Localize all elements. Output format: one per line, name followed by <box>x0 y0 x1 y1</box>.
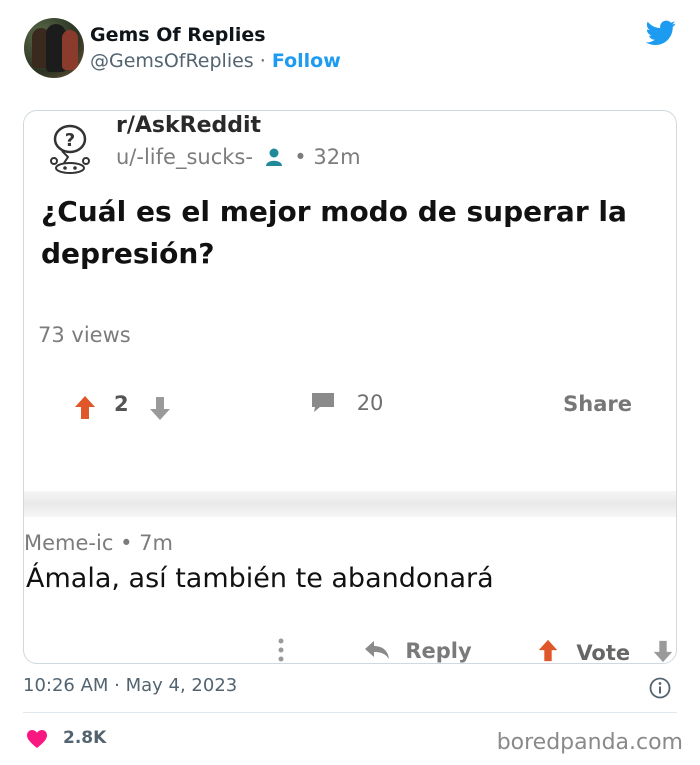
user-icon <box>265 148 282 166</box>
post-meta: u/-life_sucks- • 32m <box>116 145 361 169</box>
vote-label: Vote <box>576 641 631 664</box>
post-question: ¿Cuál es el mejor modo de superar la dep… <box>41 195 627 270</box>
comment-meta: Meme-ic • 7m <box>24 531 173 555</box>
upvote-icon <box>538 639 558 662</box>
footer-divider <box>23 712 677 713</box>
follow-button[interactable]: Follow <box>272 50 341 72</box>
post-score: 2 <box>114 392 129 416</box>
comment-count: 20 <box>356 391 384 415</box>
author-handle[interactable]: @GemsOfReplies <box>90 50 254 72</box>
tweet-timestamp[interactable]: 10:26 AM · May 4, 2023 <box>23 675 237 696</box>
heart-icon[interactable] <box>26 729 48 749</box>
post-username: u/-life_sucks- <box>116 145 253 169</box>
post-age: • 32m <box>294 145 361 169</box>
view-count: 73 views <box>38 323 131 347</box>
comment-age: • 7m <box>120 531 173 555</box>
post-actions: 2 20 Share <box>24 389 676 423</box>
author-name[interactable]: Gems Of Replies <box>90 24 266 46</box>
vote-label-group: Vote <box>537 639 631 664</box>
reply-label: Reply <box>405 639 472 663</box>
more-dots-icon <box>278 638 284 662</box>
avatar[interactable] <box>24 18 84 78</box>
comment-actions: Reply Vote <box>24 635 676 664</box>
reply-icon <box>365 641 389 659</box>
comment-count-group: 20 <box>310 391 383 415</box>
tweet-card: Gems Of Replies @GemsOfReplies · Follow … <box>0 0 700 765</box>
comment-text: Ámala, así también te abandonará <box>26 563 494 594</box>
reddit-question-icon: ? <box>50 124 90 174</box>
share-label: Share <box>563 392 632 416</box>
twitter-bird-icon[interactable] <box>646 20 676 46</box>
downvote-icon <box>150 397 170 420</box>
commenter-name: Meme-ic <box>24 531 114 555</box>
upvote-icon <box>75 396 95 419</box>
watermark: boredpanda.com <box>496 730 683 755</box>
like-count[interactable]: 2.8K <box>63 728 106 748</box>
embedded-reddit-screenshot[interactable]: ? r/AskReddit u/-life_sucks- • 32m ¿Cuál… <box>23 110 677 664</box>
info-icon[interactable] <box>649 677 671 699</box>
divider <box>24 491 676 517</box>
comment-icon <box>312 393 334 412</box>
handle-row: @GemsOfReplies · Follow <box>90 50 341 72</box>
reply-label-group: Reply <box>364 639 472 663</box>
downvote-icon <box>653 640 673 663</box>
svg-text:?: ? <box>65 130 75 151</box>
subreddit-name: r/AskReddit <box>116 113 262 138</box>
separator: · <box>259 50 266 72</box>
